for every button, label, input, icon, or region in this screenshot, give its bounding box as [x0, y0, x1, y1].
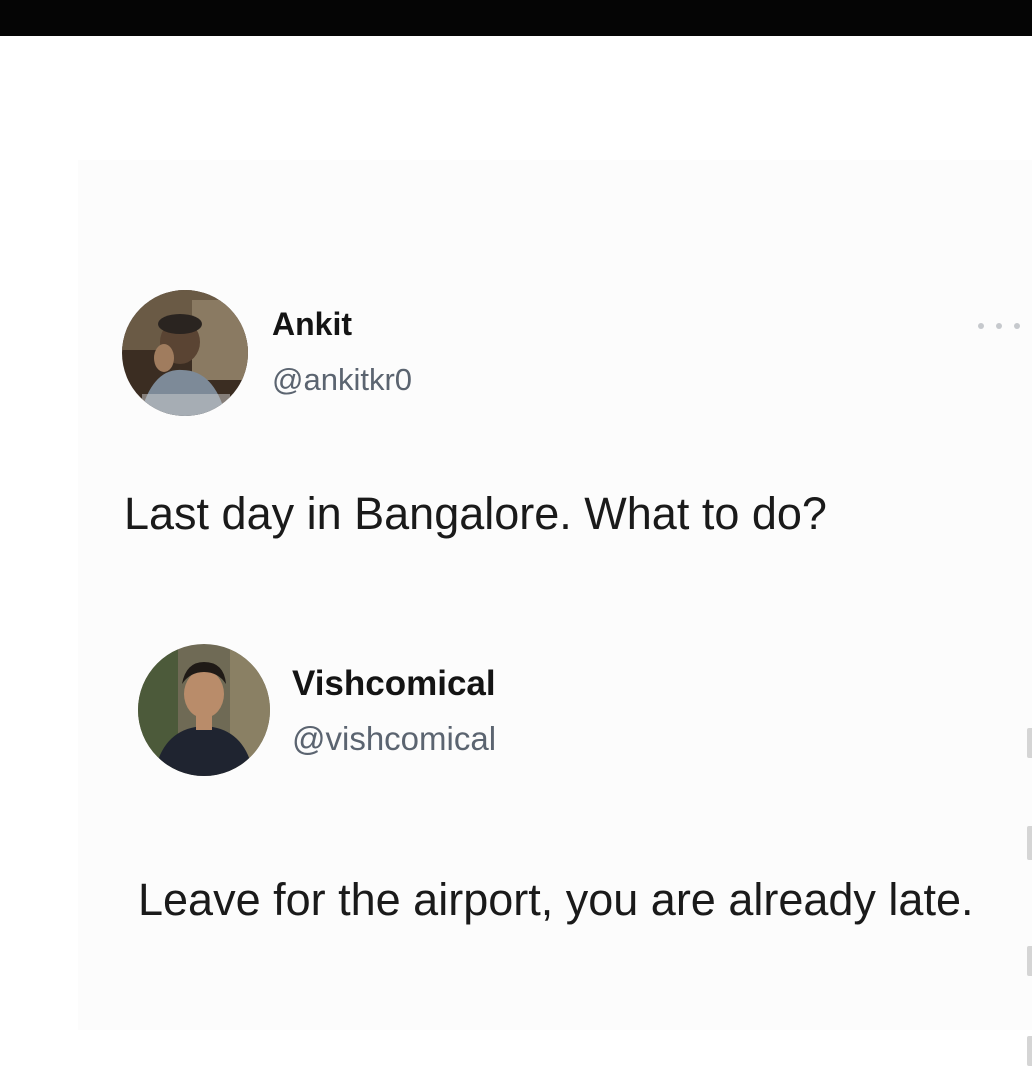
edge-artifact	[1027, 728, 1032, 758]
edge-artifact	[1027, 826, 1032, 860]
screenshot-top-bar	[0, 0, 1032, 36]
vishcomical-avatar[interactable]	[138, 644, 270, 776]
tweet-author-name[interactable]: Ankit	[272, 306, 352, 343]
more-options-icon[interactable]	[978, 316, 1020, 336]
reply-author-name[interactable]: Vishcomical	[292, 664, 496, 704]
tweet-text: Last day in Bangalore. What to do?	[124, 488, 827, 539]
edge-artifact	[1027, 1036, 1032, 1066]
reply-author-handle[interactable]: @vishcomical	[292, 720, 496, 758]
dot	[1014, 323, 1020, 329]
tweet-author-handle[interactable]: @ankitkr0	[272, 362, 412, 398]
reply-text: Leave for the airport, you are already l…	[138, 874, 974, 925]
ankit-avatar[interactable]	[122, 290, 248, 416]
dot	[978, 323, 984, 329]
user-photo-avatar-icon	[122, 290, 248, 416]
dot	[996, 323, 1002, 329]
user-photo-avatar-icon	[138, 644, 270, 776]
edge-artifact	[1027, 946, 1032, 976]
